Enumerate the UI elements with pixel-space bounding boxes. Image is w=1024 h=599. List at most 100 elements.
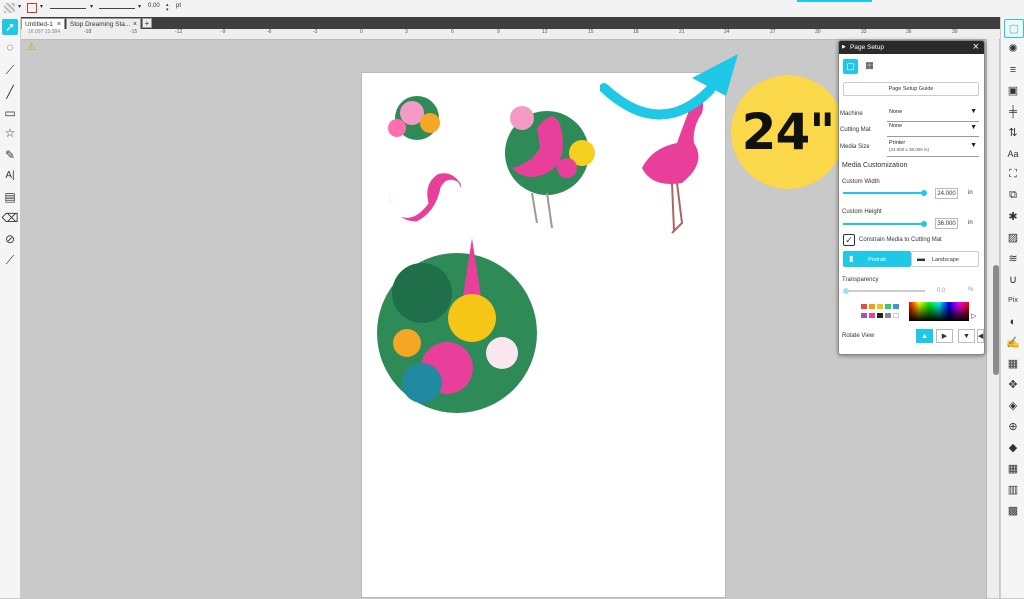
new-tab-button[interactable]: +: [142, 18, 152, 28]
transform-icon[interactable]: ⇅: [1004, 124, 1022, 141]
slider-handle[interactable]: [921, 221, 927, 227]
custom-height-input[interactable]: 36.000: [935, 218, 958, 229]
color-picker-spectrum[interactable]: [909, 302, 969, 321]
color-picker-arrow-icon[interactable]: ▷: [971, 312, 976, 320]
book-icon[interactable]: ▥: [1004, 481, 1022, 498]
layers-icon[interactable]: ≡: [1004, 61, 1022, 78]
vertical-scrollbar[interactable]: [993, 265, 999, 375]
rhinestone-icon[interactable]: ◆: [1004, 439, 1022, 456]
pixscan-icon[interactable]: Pix: [1004, 292, 1022, 309]
constrain-checkbox[interactable]: ✓: [843, 234, 855, 246]
select-tool-icon[interactable]: ➚: [2, 19, 18, 35]
collapse-icon[interactable]: ▶: [842, 41, 846, 54]
color-swatch[interactable]: [861, 313, 867, 318]
machine-select[interactable]: None ▼: [887, 107, 979, 122]
library-icon[interactable]: ▣: [1004, 82, 1022, 99]
cut-settings-icon[interactable]: ✺: [1004, 40, 1022, 57]
slider-handle[interactable]: [843, 288, 849, 294]
pen-tool-icon[interactable]: ✎: [2, 147, 18, 163]
machine-label: Machine: [840, 111, 863, 117]
slider-handle[interactable]: [921, 190, 927, 196]
modify-icon[interactable]: ⧉: [1004, 187, 1022, 204]
transparency-value[interactable]: 0.0: [937, 288, 945, 294]
rotate-0-icon[interactable]: ▲: [916, 329, 933, 343]
notes-tool-icon[interactable]: ▤: [2, 189, 18, 205]
page-setup-guide-button[interactable]: Page Setup Guide: [843, 82, 979, 96]
line-style-icon[interactable]: ≋: [1004, 250, 1022, 267]
color-swatch[interactable]: [869, 304, 875, 309]
stroke-stepper[interactable]: ▴ ▾: [166, 3, 169, 13]
page-setup-panel: ▶ Page Setup × ▢ ▦ Page Setup Guide Mach…: [838, 40, 985, 355]
fill-dropdown-icon[interactable]: ▾: [18, 3, 21, 13]
close-icon[interactable]: ×: [133, 19, 137, 29]
stroke-dropdown-icon[interactable]: ▾: [40, 3, 43, 13]
flamingo-bouquet-sticker[interactable]: [505, 106, 595, 229]
trace-icon[interactable]: ⛶: [1004, 166, 1022, 183]
trace-image-icon[interactable]: ▦: [1004, 355, 1022, 372]
tab-untitled-1[interactable]: Untitled-1 ×: [21, 18, 65, 29]
custom-width-slider[interactable]: [843, 192, 925, 194]
stroke-value[interactable]: 0.00: [148, 3, 160, 13]
transparency-slider[interactable]: [843, 290, 925, 292]
color-swatch[interactable]: [893, 313, 899, 318]
brush-tool-icon[interactable]: ⟋: [2, 252, 18, 268]
knife-tool-icon[interactable]: ⟋: [2, 62, 18, 78]
color-swatch[interactable]: [893, 304, 899, 309]
media-customization-header: Media Customization: [842, 162, 908, 169]
rectangle-tool-icon[interactable]: ▭: [2, 105, 18, 121]
color-swatch[interactable]: [877, 313, 883, 318]
color-swatch[interactable]: [869, 313, 875, 318]
line-style-dropdown-icon[interactable]: ▾: [90, 3, 93, 13]
align-icon[interactable]: ╪: [1004, 103, 1022, 120]
knife-icon[interactable]: ∪: [1004, 271, 1022, 288]
color-swatch[interactable]: [885, 304, 891, 309]
page-tab-icon[interactable]: ▢: [843, 59, 858, 74]
line-weight-preview[interactable]: [99, 8, 135, 9]
size-badge: 24": [731, 75, 845, 189]
color-swatch[interactable]: [877, 304, 883, 309]
eraser-tool-icon[interactable]: ⌫: [2, 210, 19, 226]
lasso-tool-icon[interactable]: ◌: [2, 39, 18, 55]
flamingo-head-sticker[interactable]: [385, 96, 466, 225]
line-tool-icon[interactable]: ╱: [2, 84, 18, 100]
color-swatch[interactable]: [861, 304, 867, 309]
warning-icon[interactable]: ⚠: [27, 42, 36, 53]
rotate-180-icon[interactable]: ▼: [958, 329, 975, 343]
line-style-preview[interactable]: [50, 8, 86, 9]
grid-icon[interactable]: ▦: [1004, 460, 1022, 477]
line-weight-dropdown-icon[interactable]: ▾: [138, 3, 141, 13]
page-setup-icon[interactable]: ▢: [1004, 19, 1024, 38]
fonts-icon[interactable]: ▩: [1004, 502, 1022, 519]
ruler-tick: -6: [267, 29, 272, 35]
stroke-swatch[interactable]: [27, 3, 37, 13]
color-swatch[interactable]: [885, 313, 891, 318]
text-tool-icon[interactable]: A|: [2, 167, 18, 183]
emboss-icon[interactable]: ◈: [1004, 397, 1022, 414]
page-canvas[interactable]: [361, 72, 726, 598]
puzzle-icon[interactable]: ✥: [1004, 376, 1022, 393]
contrast-icon[interactable]: ◐: [1004, 313, 1022, 330]
media-size-select[interactable]: Printer (24.000 x 36.000 in) ▼: [887, 139, 979, 157]
offset-icon[interactable]: ▨: [1004, 229, 1022, 246]
portrait-button[interactable]: ▮ Portrait: [843, 251, 911, 267]
sketch-icon[interactable]: ✍: [1004, 334, 1022, 351]
landscape-button[interactable]: ▬ Landscape: [911, 251, 979, 267]
star-tool-icon[interactable]: ☆: [2, 125, 18, 141]
custom-width-input[interactable]: 24.000: [935, 188, 958, 199]
custom-height-slider[interactable]: [843, 223, 925, 225]
landscape-label: Landscape: [932, 257, 959, 263]
text-style-icon[interactable]: Aa: [1004, 145, 1022, 162]
fill-swatch[interactable]: [4, 3, 15, 13]
tab-label: Untitled-1: [25, 21, 53, 28]
eyedropper-tool-icon[interactable]: ⊘: [2, 231, 18, 247]
rotate-270-icon[interactable]: ◀: [977, 329, 984, 343]
cutting-mat-select[interactable]: None ▼: [887, 122, 979, 137]
tab-stop-dreaming[interactable]: Stop Dreaming Sta... ×: [66, 18, 141, 29]
close-icon[interactable]: ×: [57, 19, 61, 29]
grid-tab-icon[interactable]: ▦: [862, 59, 877, 74]
floral-bouquet-sticker[interactable]: [377, 238, 537, 413]
close-icon[interactable]: ×: [973, 41, 979, 54]
rotate-90-icon[interactable]: ▶: [936, 329, 953, 343]
globe-icon[interactable]: ⊕: [1004, 418, 1022, 435]
replicate-icon[interactable]: ✱: [1004, 208, 1022, 225]
